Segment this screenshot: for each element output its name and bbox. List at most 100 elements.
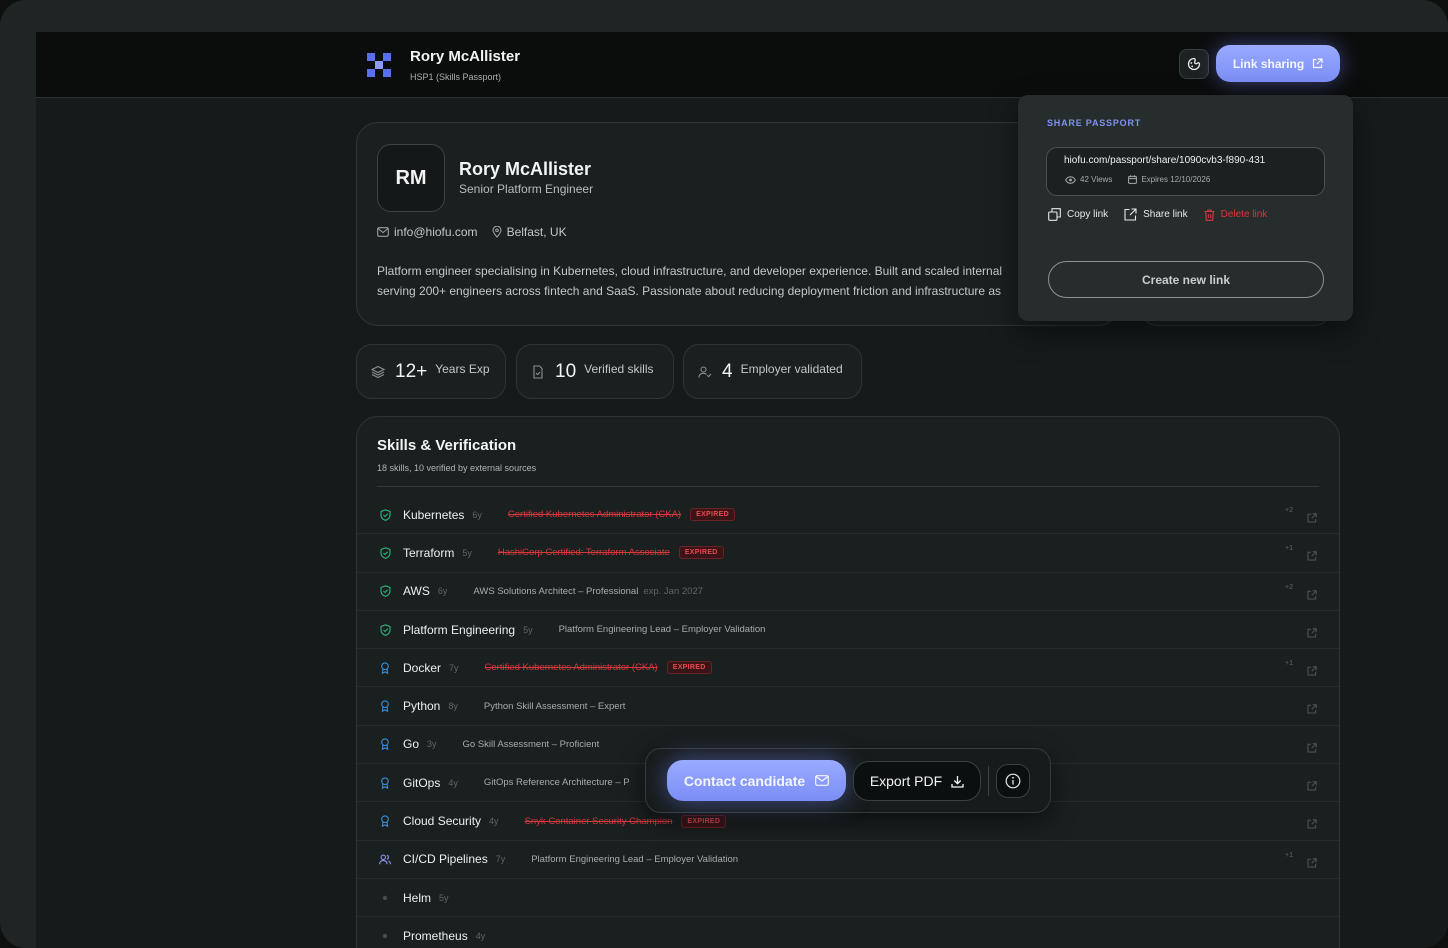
theme-toggle-button[interactable] [1179,49,1209,79]
skill-years: 7y [449,662,459,673]
export-pdf-button[interactable]: Export PDF [853,761,981,801]
skills-title: Skills & Verification [377,437,517,454]
skill-row[interactable]: Docker 7y Certified Kubernetes Administrat… [357,649,1339,688]
external-link-icon [1313,58,1323,69]
skill-name: Terraform [403,545,455,560]
award-icon [379,777,391,789]
skill-name: Platform Engineering [403,622,516,637]
share-url: hiofu.com/passport/share/1090cvb3-f890-4… [1064,155,1266,166]
award-icon [379,700,391,713]
info-button[interactable] [996,764,1030,798]
skill-years: 6y [437,586,448,597]
skill-certificate[interactable]: Platform Engineering Lead – Employer Val… [531,854,738,865]
stat-value: 10 [555,360,577,382]
copy-link-button[interactable]: Copy link [1048,208,1108,221]
skill-row[interactable]: Prometheus 4y [357,917,1339,948]
skill-years: 5y [462,547,472,558]
more-count: +1 [1285,545,1293,553]
external-link-icon[interactable] [1307,740,1317,753]
skill-certificate[interactable]: Certified Kubernetes Administrator (CKA) [485,662,658,673]
share-passport-popover: SHARE PASSPORT hiofu.com/passport/share/… [1018,95,1353,321]
external-link-icon[interactable] [1307,548,1317,561]
award-icon [379,662,391,674]
award-icon [379,815,391,828]
document-check-icon [533,364,543,379]
skill-name: GitOps [403,775,441,790]
skill-name: Python [403,699,441,714]
skill-years: 4y [489,816,499,827]
external-link-icon[interactable] [1307,701,1317,714]
app-logo-icon [367,53,391,77]
views-meta: 42 Views [1065,175,1112,184]
skill-row[interactable]: Helm 5y [357,879,1339,918]
skill-row[interactable]: Platform Engineering 5y Platform Engineeri… [357,611,1339,650]
share-actions: Copy link Share link Delete link [1048,208,1267,221]
stat-years-exp: 12+ Years Exp [356,344,506,399]
shield-check-icon [379,623,391,636]
header-subtitle: HSP1 (Skills Passport) [410,72,502,82]
profile-role: Senior Platform Engineer [459,182,594,196]
expired-badge: EXPIRED [681,814,727,828]
skill-row[interactable]: Python 8y Python Skill Assessment – Expert [357,687,1339,726]
skill-certificate[interactable]: HashiCorp Certified: Terraform Associate [498,547,670,558]
export-pdf-label: Export PDF [869,773,943,789]
more-count: +2 [1285,507,1293,514]
delete-link-button[interactable]: Delete link [1204,208,1267,221]
skill-certificate[interactable]: Certified Kubernetes Administrator (CKA) [508,509,681,520]
contact-candidate-button[interactable]: Contact candidate [667,760,846,801]
profile-email: info@hiofu.com [394,225,478,239]
device-frame: Rory McAllister HSP1 (Skills Passport) L… [0,0,1448,948]
skill-certificate[interactable]: Python Skill Assessment – Expert [484,701,626,712]
contact-row: info@hiofu.com Belfast, UK [377,225,567,239]
skill-row[interactable]: CI/CD Pipelines 7y Platform Engineering Le… [357,841,1339,879]
app-screen: Rory McAllister HSP1 (Skills Passport) L… [36,32,1448,948]
skill-row[interactable]: Kubernetes 6y Certified Kubernetes Adminis… [357,496,1339,535]
expired-badge: EXPIRED [678,546,724,560]
expired-badge: EXPIRED [666,661,712,675]
share-external-icon [1124,208,1137,221]
skill-certificate[interactable]: GitOps Reference Architecture – P [484,777,630,788]
layers-icon [371,365,385,378]
skill-name: Prometheus [403,928,468,943]
skill-certificate[interactable]: AWS Solutions Architect – Professional [473,586,638,597]
copy-icon [1048,208,1061,221]
external-link-icon[interactable] [1307,855,1317,868]
skill-row[interactable]: AWS 6y AWS Solutions Architect – Professio… [357,573,1339,611]
share-link-box[interactable]: hiofu.com/passport/share/1090cvb3-f890-4… [1046,147,1325,196]
share-views: 42 Views [1080,175,1113,184]
skill-name: Go [403,737,420,752]
external-link-icon[interactable] [1307,778,1317,791]
skill-certificate[interactable]: Snyk Container Security Champion [525,816,673,827]
share-expires: Expires 12/10/2026 [1141,175,1211,184]
external-link-icon[interactable] [1307,816,1317,829]
dot-icon [379,892,391,904]
shield-check-icon [379,508,391,521]
external-link-icon[interactable] [1307,587,1317,600]
external-link-icon[interactable] [1307,510,1317,523]
stat-value: 12+ [395,360,428,382]
stat-verified-skills: 10 Verified skills [516,344,674,399]
skills-section: Skills & Verification 18 skills, 10 veri… [356,416,1340,948]
skill-certificate[interactable]: Go Skill Assessment – Proficient [463,739,600,750]
share-link-label: Share link [1143,209,1188,220]
stat-label: Employer validated [740,361,843,376]
profile-card: RM Rory McAllister Senior Platform Engin… [356,122,1120,326]
divider [377,486,1319,487]
email-item[interactable]: info@hiofu.com [377,225,478,239]
external-link-icon[interactable] [1307,663,1317,676]
skill-name: CI/CD Pipelines [403,852,488,867]
external-link-icon[interactable] [1307,625,1317,638]
link-sharing-button[interactable]: Link sharing [1216,45,1340,82]
skills-subtitle: 18 skills, 10 verified by external sourc… [377,463,537,473]
skill-certificate[interactable]: Platform Engineering Lead – Employer Val… [559,624,766,635]
stat-label: Years Exp [435,361,490,376]
skill-expiry: exp. Jan 2027 [643,585,704,597]
create-new-link-button[interactable]: Create new link [1048,261,1324,298]
users-icon [379,853,391,865]
floating-action-bar: Contact candidate Export PDF [645,748,1051,813]
skill-years: 4y [475,930,486,941]
skills-list: Kubernetes 6y Certified Kubernetes Adminis… [357,496,1339,948]
share-link-button[interactable]: Share link [1124,208,1188,221]
link-sharing-label: Link sharing [1232,56,1305,71]
skill-row[interactable]: Terraform 5y HashiCorp Certified: Terrafor… [357,534,1339,573]
